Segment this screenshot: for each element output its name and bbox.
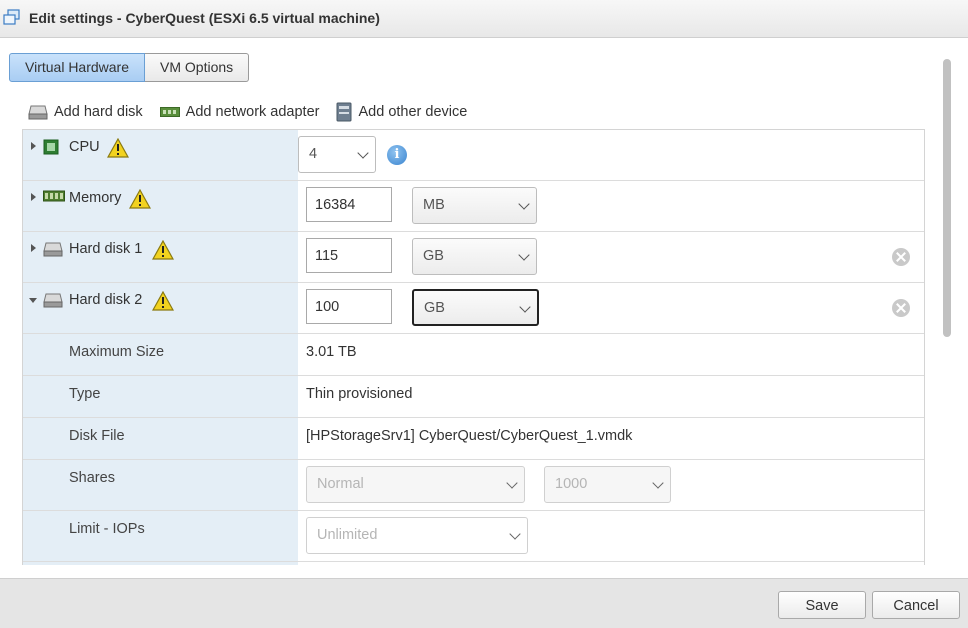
- info-icon[interactable]: i: [387, 145, 407, 165]
- add-other-device-button[interactable]: Add other device: [336, 102, 467, 122]
- chevron-down-icon: [518, 249, 530, 261]
- limit-iops-row: Limit - IOPs Unlimited: [23, 511, 924, 562]
- hard-disk-2-size-input[interactable]: 100: [306, 289, 392, 324]
- shares-value: 1000: [555, 476, 588, 492]
- warning-icon: [107, 138, 129, 158]
- chevron-down-icon: [506, 477, 518, 489]
- memory-row: Memory 16384 MB: [23, 181, 924, 232]
- dialog-footer: Save Cancel: [0, 578, 968, 628]
- cpu-count-select[interactable]: 4: [298, 136, 376, 173]
- limit-iops-label: Limit - IOPs: [69, 521, 145, 537]
- hard-disk-1-size-input[interactable]: 115: [306, 238, 392, 273]
- shares-label: Shares: [69, 470, 115, 486]
- add-other-device-label: Add other device: [358, 104, 468, 120]
- warning-icon: [129, 189, 151, 209]
- add-hard-disk-label: Add hard disk: [54, 104, 143, 120]
- type-row: Type Thin provisioned: [23, 376, 924, 418]
- expand-caret-icon[interactable]: [31, 142, 36, 150]
- cpu-count-value: 4: [309, 146, 318, 162]
- hardware-table: CPU 4 i Memory 16384 MB Hard disk 1 115 …: [22, 129, 925, 565]
- type-label: Type: [69, 386, 101, 402]
- shares-value-select[interactable]: 1000: [544, 466, 671, 503]
- collapse-caret-icon[interactable]: [29, 298, 37, 303]
- scrollbar-thumb[interactable]: [943, 59, 951, 337]
- dialog-title: Edit settings - CyberQuest (ESXi 6.5 vir…: [29, 10, 380, 26]
- shares-level-select[interactable]: Normal: [306, 466, 525, 503]
- expand-caret-icon[interactable]: [31, 193, 36, 201]
- hard-disk-2-unit-select[interactable]: GB: [412, 289, 539, 326]
- disk-file-row: Disk File [HPStorageSrv1] CyberQuest/Cyb…: [23, 418, 924, 460]
- hard-disk-2-unit-value: GB: [424, 300, 445, 316]
- hard-disk-2-row: Hard disk 2 100 GB: [23, 283, 924, 334]
- hard-disk-1-row: Hard disk 1 115 GB: [23, 232, 924, 283]
- cpu-row: CPU 4 i: [23, 130, 924, 181]
- warning-icon: [152, 291, 174, 311]
- memory-size-input[interactable]: 16384: [306, 187, 392, 222]
- memory-label: Memory: [69, 190, 122, 206]
- tab-vm-options[interactable]: VM Options: [145, 53, 250, 82]
- title-bar: Edit settings - CyberQuest (ESXi 6.5 vir…: [0, 0, 968, 38]
- limit-iops-select[interactable]: Unlimited: [306, 517, 528, 554]
- chevron-down-icon: [509, 528, 521, 540]
- chevron-down-icon: [357, 147, 369, 159]
- max-size-row: Maximum Size 3.01 TB: [23, 334, 924, 376]
- other-device-icon: [336, 102, 352, 122]
- remove-device-icon[interactable]: [892, 299, 910, 317]
- save-button[interactable]: Save: [778, 591, 866, 619]
- warning-icon: [152, 240, 174, 260]
- limit-iops-value: Unlimited: [317, 527, 378, 543]
- add-hard-disk-button[interactable]: Add hard disk: [28, 104, 143, 120]
- chevron-down-icon: [518, 198, 530, 210]
- type-value: Thin provisioned: [306, 386, 413, 402]
- hard-disk-1-label: Hard disk 1: [69, 241, 143, 257]
- max-size-label: Maximum Size: [69, 344, 165, 360]
- cpu-label: CPU: [69, 139, 100, 155]
- remove-device-icon[interactable]: [892, 248, 910, 266]
- hard-disk-1-unit-value: GB: [423, 248, 444, 264]
- chevron-down-icon: [652, 477, 664, 489]
- chevron-down-icon: [519, 301, 531, 313]
- disk-file-value: [HPStorageSrv1] CyberQuest/CyberQuest_1.…: [306, 428, 633, 444]
- network-adapter-icon: [159, 107, 180, 117]
- disk-file-label: Disk File: [69, 428, 125, 444]
- expand-caret-icon[interactable]: [31, 244, 36, 252]
- next-row-partial: [23, 562, 924, 565]
- max-size-value: 3.01 TB: [306, 344, 357, 360]
- cpu-icon: [43, 139, 59, 155]
- memory-unit-select[interactable]: MB: [412, 187, 537, 224]
- tab-bar: Virtual Hardware VM Options: [9, 53, 250, 82]
- hard-disk-1-unit-select[interactable]: GB: [412, 238, 537, 275]
- hard-disk-icon: [43, 242, 63, 257]
- tab-virtual-hardware[interactable]: Virtual Hardware: [9, 53, 146, 82]
- vm-settings-icon: [3, 9, 20, 25]
- hard-disk-icon: [43, 293, 63, 308]
- memory-icon: [43, 190, 65, 202]
- cancel-button[interactable]: Cancel: [872, 591, 960, 619]
- hard-disk-icon: [28, 105, 48, 120]
- add-network-adapter-label: Add network adapter: [185, 104, 320, 120]
- shares-level-value: Normal: [317, 476, 364, 492]
- hard-disk-2-label: Hard disk 2: [69, 292, 143, 308]
- add-network-adapter-button[interactable]: Add network adapter: [159, 104, 320, 120]
- shares-row: Shares Normal 1000: [23, 460, 924, 511]
- memory-unit-value: MB: [423, 197, 445, 213]
- device-toolbar: Add hard disk Add network adapter Add ot…: [28, 102, 484, 122]
